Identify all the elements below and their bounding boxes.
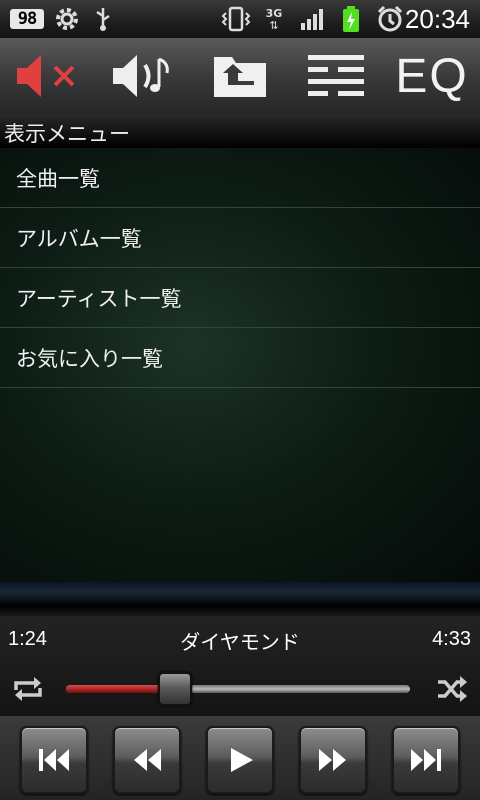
menu-item-favorites[interactable]: お気に入り一覧	[0, 328, 480, 388]
repeat-button[interactable]	[12, 674, 44, 704]
toolbar: EQ	[0, 38, 480, 115]
skip-next-button[interactable]	[392, 726, 460, 794]
menu-item-albums[interactable]: アルバム一覧	[0, 208, 480, 268]
play-button[interactable]	[206, 726, 274, 794]
signal-icon	[298, 0, 328, 38]
seek-progress	[66, 685, 173, 693]
skip-previous-button[interactable]	[20, 726, 88, 794]
fast-forward-button[interactable]	[299, 726, 367, 794]
menu-item-all-songs[interactable]: 全曲一覧	[0, 148, 480, 208]
mute-icon	[17, 55, 75, 97]
shuffle-icon	[438, 676, 467, 702]
alarm-icon	[374, 0, 406, 38]
network-3g-icon: 3G ⇅	[265, 6, 283, 32]
battery-level-icon: 98	[10, 9, 44, 29]
menu-item-label: アーティスト一覧	[16, 287, 182, 311]
divider-band	[0, 582, 480, 616]
now-playing-panel: 1:24 ダイヤモンド 4:33	[0, 616, 480, 716]
menu-header: 表示メニュー	[0, 114, 480, 150]
total-duration: 4:33	[432, 628, 471, 650]
seek-bar[interactable]	[66, 672, 410, 706]
rewind-icon	[134, 749, 161, 771]
song-title: ダイヤモンド	[180, 630, 300, 654]
folder-up-icon	[214, 57, 266, 97]
elapsed-time: 1:24	[8, 628, 47, 650]
menu-item-artists[interactable]: アーティスト一覧	[0, 268, 480, 328]
repeat-icon	[14, 677, 42, 701]
equalizer-button[interactable]: EQ	[384, 38, 480, 114]
skip-previous-icon	[39, 749, 69, 771]
shuffle-button[interactable]	[436, 674, 468, 704]
menu-item-label: 全曲一覧	[16, 167, 100, 191]
play-icon	[231, 748, 253, 772]
menu-item-label: お気に入り一覧	[16, 347, 163, 371]
fast-forward-icon	[319, 749, 346, 771]
battery-charging-icon	[338, 0, 364, 38]
playlist-button[interactable]	[288, 38, 384, 114]
settings-icon	[52, 0, 82, 38]
usb-icon	[90, 0, 116, 38]
menu-list: 全曲一覧 アルバム一覧 アーティスト一覧 お気に入り一覧	[0, 148, 480, 582]
playback-controls	[0, 716, 480, 800]
volume-icon	[113, 55, 169, 97]
folder-up-button[interactable]	[192, 38, 288, 114]
playlist-icon	[308, 55, 364, 96]
mute-button[interactable]	[0, 38, 96, 114]
seek-thumb[interactable]	[157, 672, 192, 706]
vibrate-icon	[220, 0, 252, 38]
clock: 20:34	[404, 3, 470, 34]
menu-item-label: アルバム一覧	[16, 227, 142, 251]
eq-label: EQ	[395, 49, 469, 103]
volume-button[interactable]	[96, 38, 192, 114]
menu-title: 表示メニュー	[4, 122, 130, 146]
rewind-button[interactable]	[113, 726, 181, 794]
skip-next-icon	[411, 749, 441, 771]
status-bar: 98 3G ⇅ 20:34	[0, 0, 480, 38]
